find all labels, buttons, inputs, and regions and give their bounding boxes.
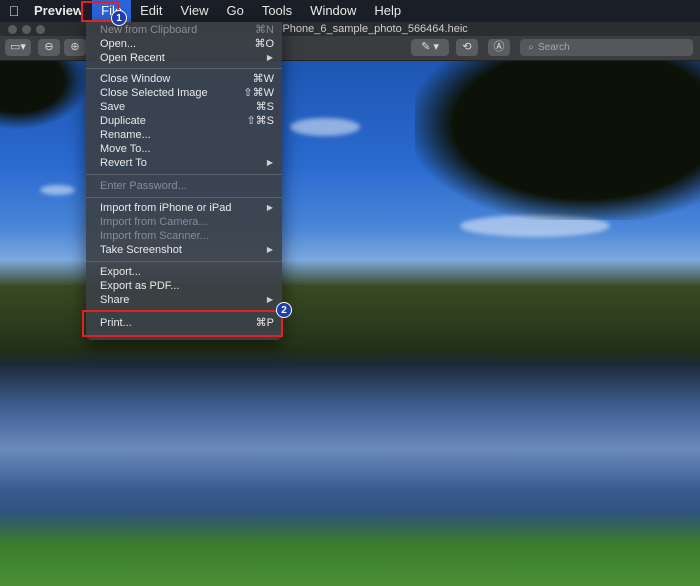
menu-item-enter-password: Enter Password... xyxy=(100,180,187,192)
step-badge-2: 2 xyxy=(276,302,292,318)
window-title: iPhone_6_sample_photo_566464.heic xyxy=(280,23,468,35)
menu-item-export[interactable]: Export... xyxy=(86,265,282,279)
menu-separator xyxy=(86,68,282,69)
menu-item-import-scanner: Import from Scanner... xyxy=(100,230,209,242)
menu-item-move-to[interactable]: Move To... xyxy=(86,142,282,156)
menu-separator xyxy=(86,197,282,198)
zoom-out-icon: ⊖ xyxy=(44,41,54,53)
menu-item-duplicate[interactable]: Duplicate ⇧⌘S xyxy=(86,114,282,128)
menu-item-close-selected-image[interactable]: Close Selected Image ⇧⌘W xyxy=(86,86,282,100)
menu-edit[interactable]: Edit xyxy=(131,0,171,22)
menu-item-import-camera: Import from Camera... xyxy=(100,216,208,228)
tree-canopy xyxy=(415,60,700,220)
search-field[interactable]: ⌕ Search xyxy=(520,39,693,56)
menu-view[interactable]: View xyxy=(172,0,218,22)
pen-icon: ✎ ▾ xyxy=(421,41,439,53)
chevron-right-icon: ▶ xyxy=(266,158,273,167)
zoom-window-icon[interactable] xyxy=(36,25,45,34)
apple-logo-icon[interactable]:  xyxy=(0,3,28,19)
menu-window[interactable]: Window xyxy=(301,0,365,22)
close-window-icon[interactable] xyxy=(8,25,17,34)
minimize-window-icon[interactable] xyxy=(22,25,31,34)
menu-item-export-as-pdf[interactable]: Export as PDF... xyxy=(86,279,282,293)
menu-item-open[interactable]: Open... ⌘O xyxy=(86,37,282,51)
chevron-right-icon: ▶ xyxy=(266,203,273,212)
chevron-right-icon: ▶ xyxy=(266,295,273,304)
menu-help[interactable]: Help xyxy=(365,0,410,22)
zoom-in-icon: ⊕ xyxy=(70,41,80,53)
step-badge-1: 1 xyxy=(111,10,127,26)
menu-item-save[interactable]: Save ⌘S xyxy=(86,100,282,114)
highlight-print-item xyxy=(82,310,283,337)
menu-tools[interactable]: Tools xyxy=(253,0,301,22)
search-icon: ⌕ xyxy=(528,42,534,53)
menu-item-revert-to[interactable]: Revert To ▶ xyxy=(86,156,282,170)
sidebar-icon: ▭▾ xyxy=(10,41,26,53)
cloud xyxy=(290,118,360,136)
markup-toolbar-button[interactable]: Ⓐ xyxy=(488,39,510,56)
markup-icon: Ⓐ xyxy=(493,41,505,53)
zoom-in-button[interactable]: ⊕ xyxy=(64,39,86,56)
file-menu-dropdown: New from Clipboard ⌘N Open... ⌘O Open Re… xyxy=(86,22,282,340)
menu-separator xyxy=(86,174,282,175)
rotate-icon: ⟲ xyxy=(462,41,472,53)
search-placeholder: Search xyxy=(538,42,570,53)
cloud xyxy=(40,185,75,195)
menu-item-open-recent[interactable]: Open Recent ▶ xyxy=(86,51,282,65)
menu-item-share[interactable]: Share ▶ xyxy=(86,293,282,307)
menu-separator xyxy=(86,261,282,262)
zoom-out-button[interactable]: ⊖ xyxy=(38,39,60,56)
menu-item-import-iphone[interactable]: Import from iPhone or iPad ▶ xyxy=(86,201,282,215)
rotate-button[interactable]: ⟲ xyxy=(456,39,478,56)
menu-item-take-screenshot[interactable]: Take Screenshot ▶ xyxy=(86,243,282,257)
menu-item-close-window[interactable]: Close Window ⌘W xyxy=(86,72,282,86)
chevron-right-icon: ▶ xyxy=(266,245,273,254)
sidebar-toggle-button[interactable]: ▭▾ xyxy=(5,39,31,56)
tree-canopy xyxy=(0,60,90,130)
menu-go[interactable]: Go xyxy=(217,0,252,22)
grass-foreground xyxy=(0,510,700,586)
markup-pen-button[interactable]: ✎ ▾ xyxy=(411,39,449,56)
chevron-right-icon: ▶ xyxy=(266,53,273,62)
menu-item-rename[interactable]: Rename... xyxy=(86,128,282,142)
